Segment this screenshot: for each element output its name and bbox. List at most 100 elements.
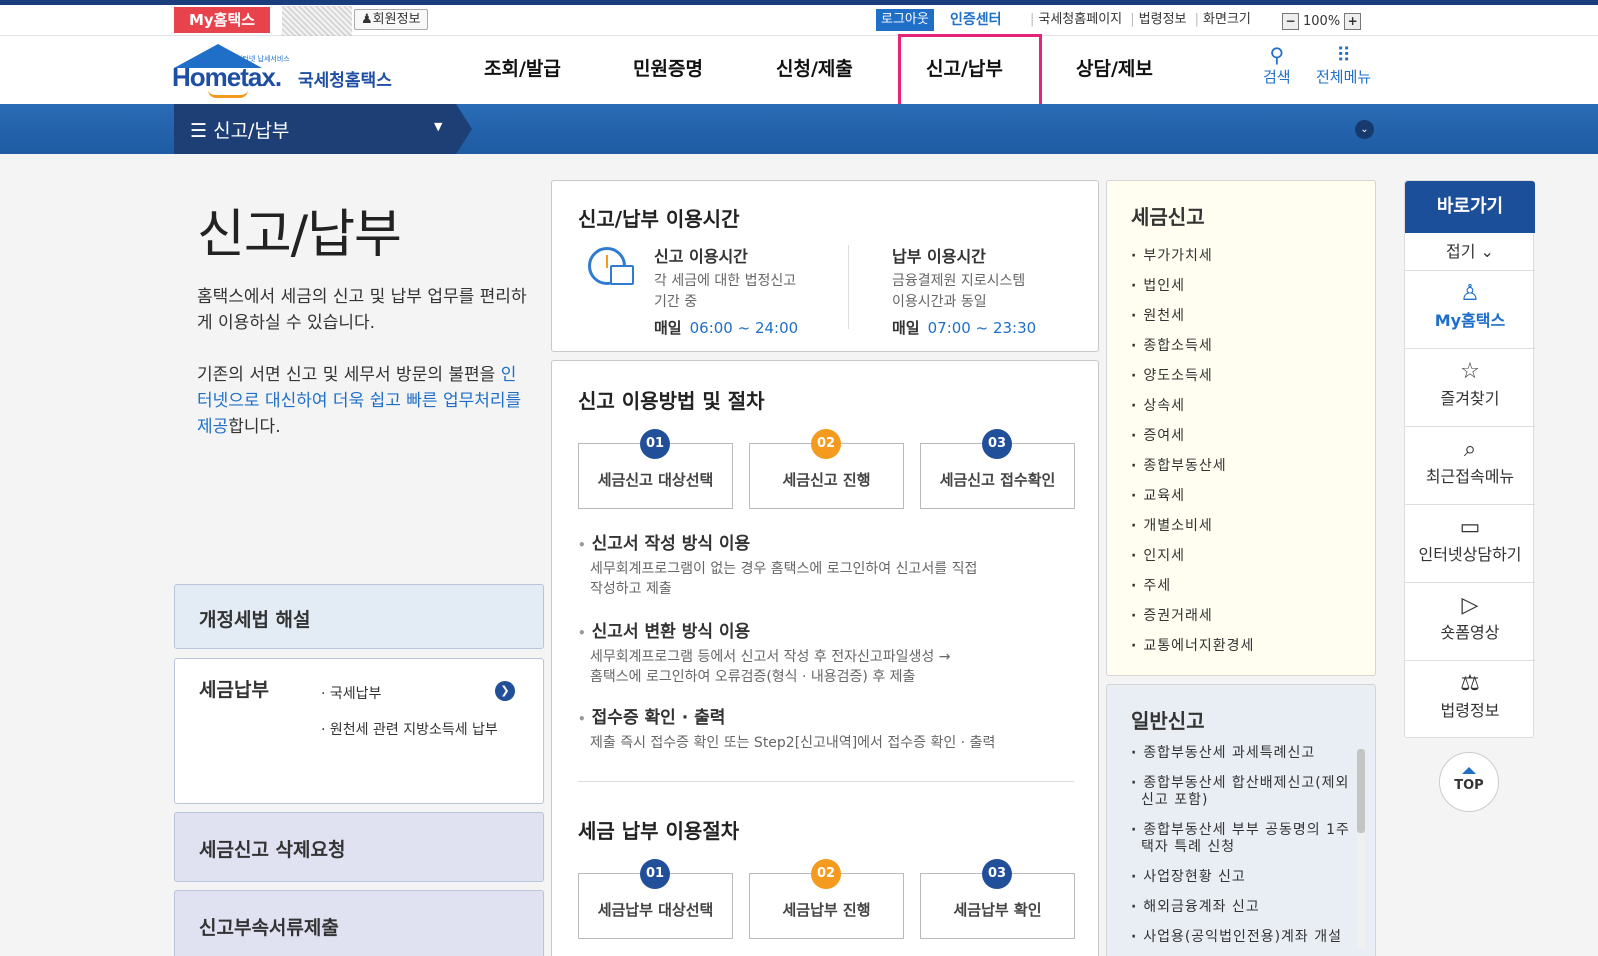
zoom-out-button[interactable]: − (1282, 12, 1299, 30)
general-report-item[interactable]: 종합부동산세 과세특례신고 (1131, 745, 1357, 762)
method-convert-heading: 신고서 변환 방식 이용 (578, 617, 751, 642)
tax-report-item[interactable]: 개별소비세 (1131, 515, 1254, 545)
quick-recent-menu[interactable]: ⌕ 최근접속메뉴 (1405, 427, 1535, 505)
logo-wordmark: Hometax. (172, 62, 282, 92)
subnav-title-text: 신고/납부 (213, 120, 290, 142)
quick-item-label: 인터넷상담하기 (1418, 545, 1522, 564)
attach-docs-title: 신고부속서류제출 (199, 917, 339, 939)
gavel-icon: ⚖ (1460, 671, 1480, 696)
chevron-right-icon[interactable]: ❯ (495, 681, 515, 701)
recent-menu-icon: ⌕ (1463, 437, 1477, 462)
report-time-desc-2: 기간 중 (654, 294, 698, 310)
report-time-heading: 신고 이용시간 (654, 247, 748, 266)
usage-time-card: 신고/납부 이용시간 신고 이용시간 각 세금에 대한 법정신고 기간 중 매일… (551, 180, 1099, 352)
receipt-desc-1: 제출 즉시 접수증 확인 또는 Step2[신고내역]에서 접수증 확인 · 출… (590, 735, 996, 751)
monitor-icon: ▭ (1459, 515, 1481, 540)
quick-shortform-video[interactable]: ▷ 숏폼영상 (1405, 583, 1535, 661)
revised-tax-law-title: 개정세법 해설 (199, 609, 311, 631)
quick-my-hometax[interactable]: ♙ My홈택스 (1405, 271, 1535, 349)
my-hometax-button[interactable]: My홈택스 (174, 7, 270, 33)
tax-report-item[interactable]: 상속세 (1131, 395, 1254, 425)
general-report-box: 일반신고 종합부동산세 과세특례신고 종합부동산세 합산배제신고(제외신고 포함… (1106, 684, 1376, 956)
receipt-heading: 접수증 확인 · 출력 (578, 703, 726, 728)
caret-down-icon: ▼ (434, 120, 443, 133)
quick-favorites[interactable]: ☆ 즐겨찾기 (1405, 349, 1535, 427)
payment-procedure-title: 세금 납부 이용절차 (578, 819, 740, 843)
quick-item-label: 즐겨찾기 (1440, 389, 1500, 408)
cert-center-link[interactable]: 인증센터 (950, 9, 1002, 31)
member-info-button[interactable]: ♟회원정보 (354, 9, 428, 30)
search-button[interactable]: ⚲ 검색 (1263, 44, 1291, 87)
tax-report-item[interactable]: 종합부동산세 (1131, 455, 1254, 485)
logout-button[interactable]: 로그아웃 (876, 9, 934, 31)
expand-circle-icon[interactable]: ⌄ (1355, 120, 1374, 139)
gnb-apply-submit[interactable]: 신청/제출 (776, 54, 853, 81)
tax-report-item[interactable]: 주세 (1131, 575, 1254, 605)
tax-report-item[interactable]: 법인세 (1131, 275, 1254, 305)
all-menu-button[interactable]: ⠿ 전체메뉴 (1316, 44, 1371, 87)
tax-report-item[interactable]: 증여세 (1131, 425, 1254, 455)
payment-time-desc-2: 이용시간과 동일 (892, 294, 987, 310)
method-write-desc-2: 작성하고 제출 (590, 581, 672, 597)
masked-user-name (282, 6, 352, 36)
tax-report-item[interactable]: 증권거래세 (1131, 605, 1254, 635)
general-report-item[interactable]: 사업용(공익법인전용)계좌 개설 (1131, 929, 1357, 946)
tax-report-item[interactable]: 양도소득세 (1131, 365, 1254, 395)
general-report-item[interactable]: 종합부동산세 합산배제신고(제외신고 포함) (1131, 775, 1357, 809)
tax-report-item[interactable]: 교육세 (1131, 485, 1254, 515)
report-daily-label: 매일 (654, 319, 682, 337)
fold-button[interactable]: 접기 ⌄ (1405, 233, 1535, 271)
quick-item-label: 최근접속메뉴 (1425, 467, 1515, 486)
nts-homepage-link[interactable]: 국세청홈페이지 (1038, 12, 1122, 27)
top-label: TOP (1454, 778, 1484, 793)
utility-bar: My홈택스 ♟회원정보 로그아웃 인증센터 | 국세청홈페이지 | 법령정보 | 화면… (0, 5, 1598, 36)
intro-paragraph-2: 기존의 서면 신고 및 세무서 방문의 불편을 인터넷으로 대신하여 더욱 쉽고… (197, 362, 527, 440)
report-time-desc-1: 각 세금에 대한 법정신고 (654, 273, 797, 289)
general-report-title: 일반신고 (1131, 709, 1205, 733)
subnav-dropdown[interactable]: ☰ 신고/납부 ▼ (174, 104, 472, 154)
gnb-civil-cert[interactable]: 민원증명 (633, 54, 703, 81)
general-report-item[interactable]: 해외금융계좌 신고 (1131, 899, 1357, 916)
report-time-value: 06:00 ~ 24:00 (689, 319, 799, 337)
report-time-column: 신고 이용시간 각 세금에 대한 법정신고 기간 중 매일 06:00 ~ 24:… (654, 243, 798, 338)
intro-text-a: 기존의 서면 신고 및 세무서 방문의 불편을 (197, 365, 501, 385)
gnb-consult-report[interactable]: 상담/제보 (1076, 54, 1153, 81)
method-write-desc: 세무회계프로그램이 없는 경우 홈택스에 로그인하여 신고서를 직접 작성하고 제… (590, 559, 1070, 599)
quick-online-consult[interactable]: ▭ 인터넷상담하기 (1405, 505, 1535, 583)
method-write-heading: 신고서 작성 방식 이용 (578, 529, 751, 554)
tax-report-item[interactable]: 인지세 (1131, 545, 1254, 575)
gnb-inquiry-issue[interactable]: 조회/발급 (484, 54, 561, 81)
logo-swoosh (208, 90, 248, 98)
gnb-report-pay[interactable]: 신고/납부 (926, 54, 1003, 81)
hometax-logo[interactable]: 인터넷 납세서비스 Hometax. 국세청홈택스 (172, 42, 412, 102)
calendar-icon (610, 265, 634, 285)
tax-report-item[interactable]: 부가가치세 (1131, 245, 1254, 275)
revised-tax-law-box[interactable]: 개정세법 해설 (174, 584, 544, 649)
star-icon: ☆ (1460, 359, 1480, 384)
tax-report-item[interactable]: 교통에너지환경세 (1131, 635, 1254, 665)
scroll-top-button[interactable]: TOP (1439, 752, 1499, 812)
national-tax-payment-link[interactable]: · 국세납부 (321, 683, 381, 703)
procedure-card: 신고 이용방법 및 절차 세금신고 대상선택 01 세금신고 진행 02 세금신… (551, 360, 1099, 956)
quick-item-label: 숏폼영상 (1440, 623, 1500, 642)
general-report-item[interactable]: 사업장현황 신고 (1131, 869, 1357, 886)
pay-badge-3: 03 (982, 859, 1012, 889)
tax-report-item[interactable]: 종합소득세 (1131, 335, 1254, 365)
tax-payment-box: 세금납부 · 국세납부 ❯ · 원천세 관련 지방소득세 납부 (174, 658, 544, 804)
user-icon: ♟ (361, 12, 373, 27)
local-income-tax-payment-link[interactable]: · 원천세 관련 지방소득세 납부 (321, 719, 498, 739)
zoom-in-button[interactable]: + (1344, 12, 1362, 30)
step-badge-3: 03 (982, 429, 1012, 459)
general-report-item[interactable]: 종합부동산세 부부 공동명의 1주택자 특례 신청 (1131, 822, 1357, 856)
attach-docs-box[interactable]: 신고부속서류제출 (174, 890, 544, 956)
screen-size-label: 화면크기 (1203, 12, 1251, 27)
logo-korean-name: 국세청홈택스 (298, 71, 392, 91)
pay-badge-1: 01 (640, 859, 670, 889)
delete-request-box[interactable]: 세금신고 삭제요청 (174, 812, 544, 882)
law-info-link[interactable]: 법령정보 (1139, 12, 1187, 27)
scrollbar-thumb[interactable] (1357, 749, 1365, 833)
separator: | (1030, 12, 1035, 27)
payment-time-value: 07:00 ~ 23:30 (927, 319, 1037, 337)
tax-report-item[interactable]: 원천세 (1131, 305, 1254, 335)
quick-law-info[interactable]: ⚖ 법령정보 (1405, 661, 1535, 739)
